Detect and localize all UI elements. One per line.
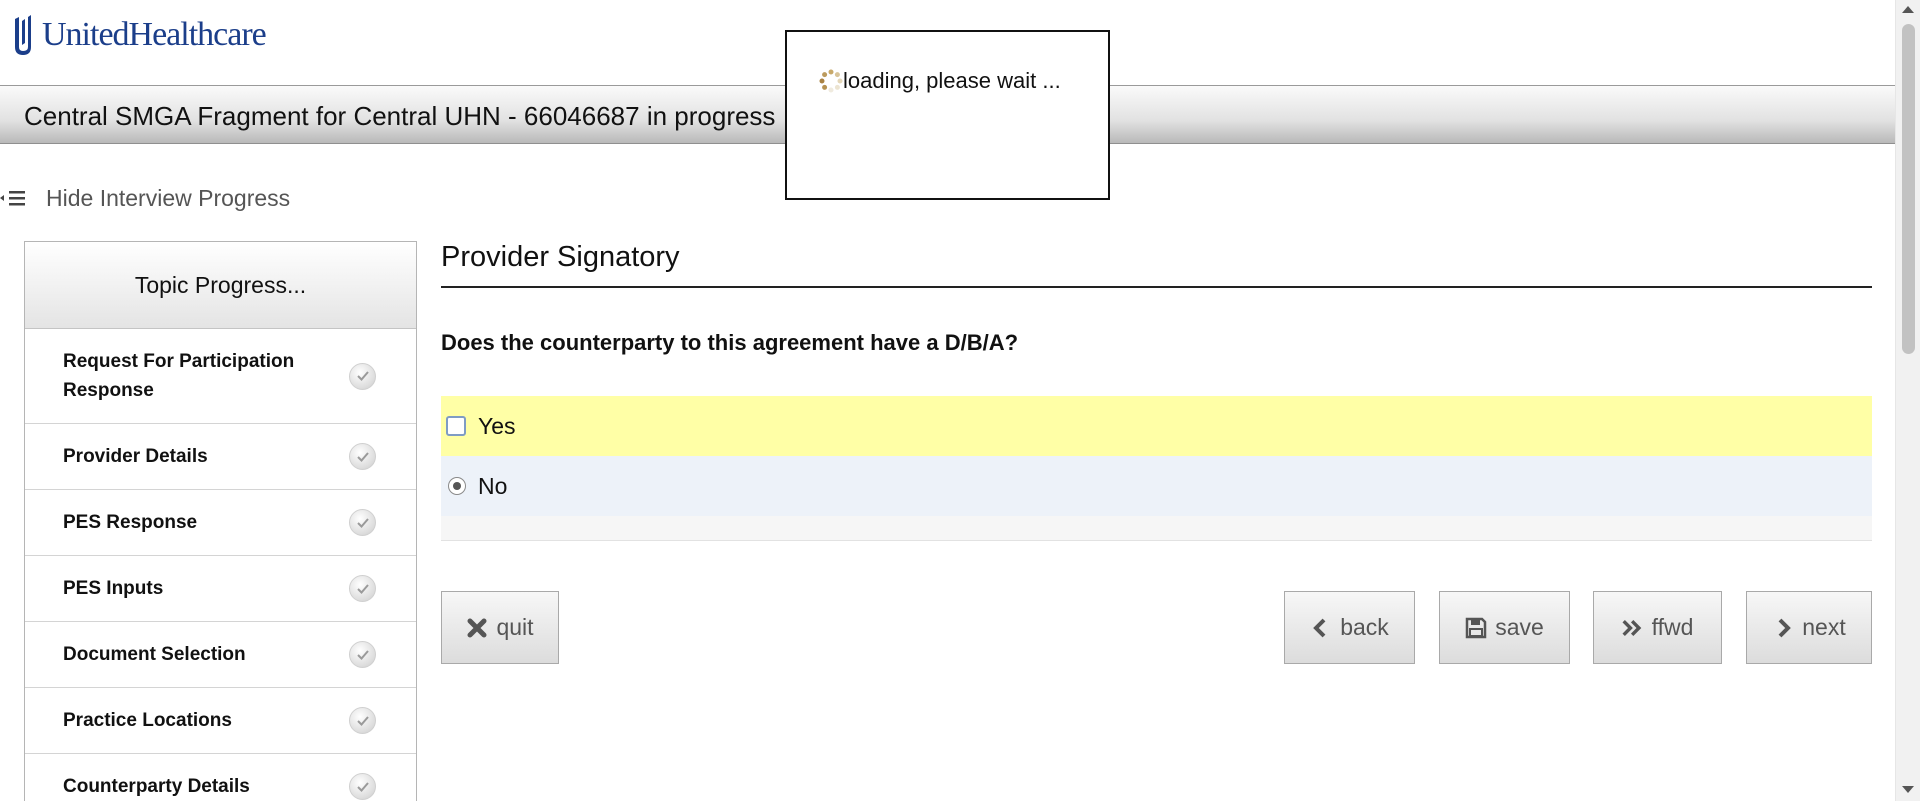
check-icon: [349, 443, 376, 470]
check-icon: [349, 773, 376, 800]
save-button[interactable]: save: [1439, 591, 1570, 664]
scroll-up-arrow-icon[interactable]: [1902, 6, 1914, 13]
yes-checkbox[interactable]: [446, 416, 466, 436]
next-label: next: [1802, 614, 1846, 640]
options-footer: [441, 516, 1872, 541]
topic-item[interactable]: Practice Locations: [25, 688, 416, 754]
topic-label: Request For Participation Response: [63, 351, 295, 401]
topic-label: PES Response: [63, 512, 198, 533]
topic-item[interactable]: Document Selection: [25, 622, 416, 688]
topic-progress-heading: Topic Progress...: [25, 242, 416, 329]
quit-button[interactable]: quit: [441, 591, 559, 664]
topic-label: Document Selection: [63, 644, 246, 665]
check-icon: [349, 509, 376, 536]
close-icon: [467, 618, 487, 637]
topic-label: Provider Details: [63, 446, 208, 467]
topic-item[interactable]: Request For Participation Response: [25, 329, 416, 424]
question-text: Does the counterparty to this agreement …: [441, 330, 1019, 355]
option-label: Yes: [478, 412, 516, 439]
check-icon: [349, 707, 376, 734]
topic-label: PES Inputs: [63, 578, 164, 599]
check-icon: [349, 575, 376, 602]
fast-forward-icon: [1622, 619, 1641, 636]
topic-label: Practice Locations: [63, 710, 232, 731]
option-label: No: [478, 472, 508, 499]
quit-label: quit: [496, 614, 534, 640]
hide-interview-progress-label: Hide Interview Progress: [46, 184, 291, 211]
floppy-disk-icon: [1465, 617, 1487, 638]
loading-dialog: loading, please wait ...: [785, 30, 1110, 200]
check-icon: [349, 362, 376, 390]
topic-item[interactable]: PES Response: [25, 490, 416, 556]
section-title: Provider Signatory: [441, 241, 680, 273]
topic-progress-panel: Topic Progress... Request For Participat…: [24, 241, 417, 801]
topic-label: Counterparty Details: [63, 776, 250, 797]
page-title: Central SMGA Fragment for Central UHN - …: [24, 101, 776, 131]
option-yes[interactable]: Yes: [441, 396, 1872, 456]
check-icon: [349, 641, 376, 668]
loading-text: loading, please wait ...: [843, 68, 1061, 93]
hide-interview-progress-toggle[interactable]: Hide Interview Progress: [0, 183, 290, 213]
back-button[interactable]: back: [1284, 591, 1415, 664]
brand-name: UnitedHealthcare: [42, 16, 267, 53]
vertical-scrollbar[interactable]: [1895, 0, 1920, 801]
no-radio-button[interactable]: [448, 477, 466, 495]
menu-collapse-icon: [0, 191, 25, 206]
topic-item[interactable]: Counterparty Details: [25, 754, 416, 801]
topic-item[interactable]: PES Inputs: [25, 556, 416, 622]
spinner-icon: [819, 69, 843, 93]
next-button[interactable]: next: [1746, 591, 1872, 664]
section-divider: [441, 286, 1872, 288]
scrollbar-thumb[interactable]: [1902, 24, 1915, 354]
loading-row: loading, please wait ...: [819, 68, 1061, 94]
chevron-right-icon: [1778, 618, 1792, 637]
save-label: save: [1495, 614, 1544, 640]
united-healthcare-logo: UnitedHealthcare: [12, 13, 267, 57]
ffwd-label: ffwd: [1651, 614, 1694, 640]
chevron-left-icon: [1313, 618, 1326, 637]
scroll-down-arrow-icon[interactable]: [1902, 786, 1914, 793]
ffwd-button[interactable]: ffwd: [1593, 591, 1722, 664]
back-label: back: [1340, 614, 1389, 640]
option-no[interactable]: No: [441, 456, 1872, 516]
logo-mark-icon: [15, 15, 31, 55]
topic-item[interactable]: Provider Details: [25, 424, 416, 490]
